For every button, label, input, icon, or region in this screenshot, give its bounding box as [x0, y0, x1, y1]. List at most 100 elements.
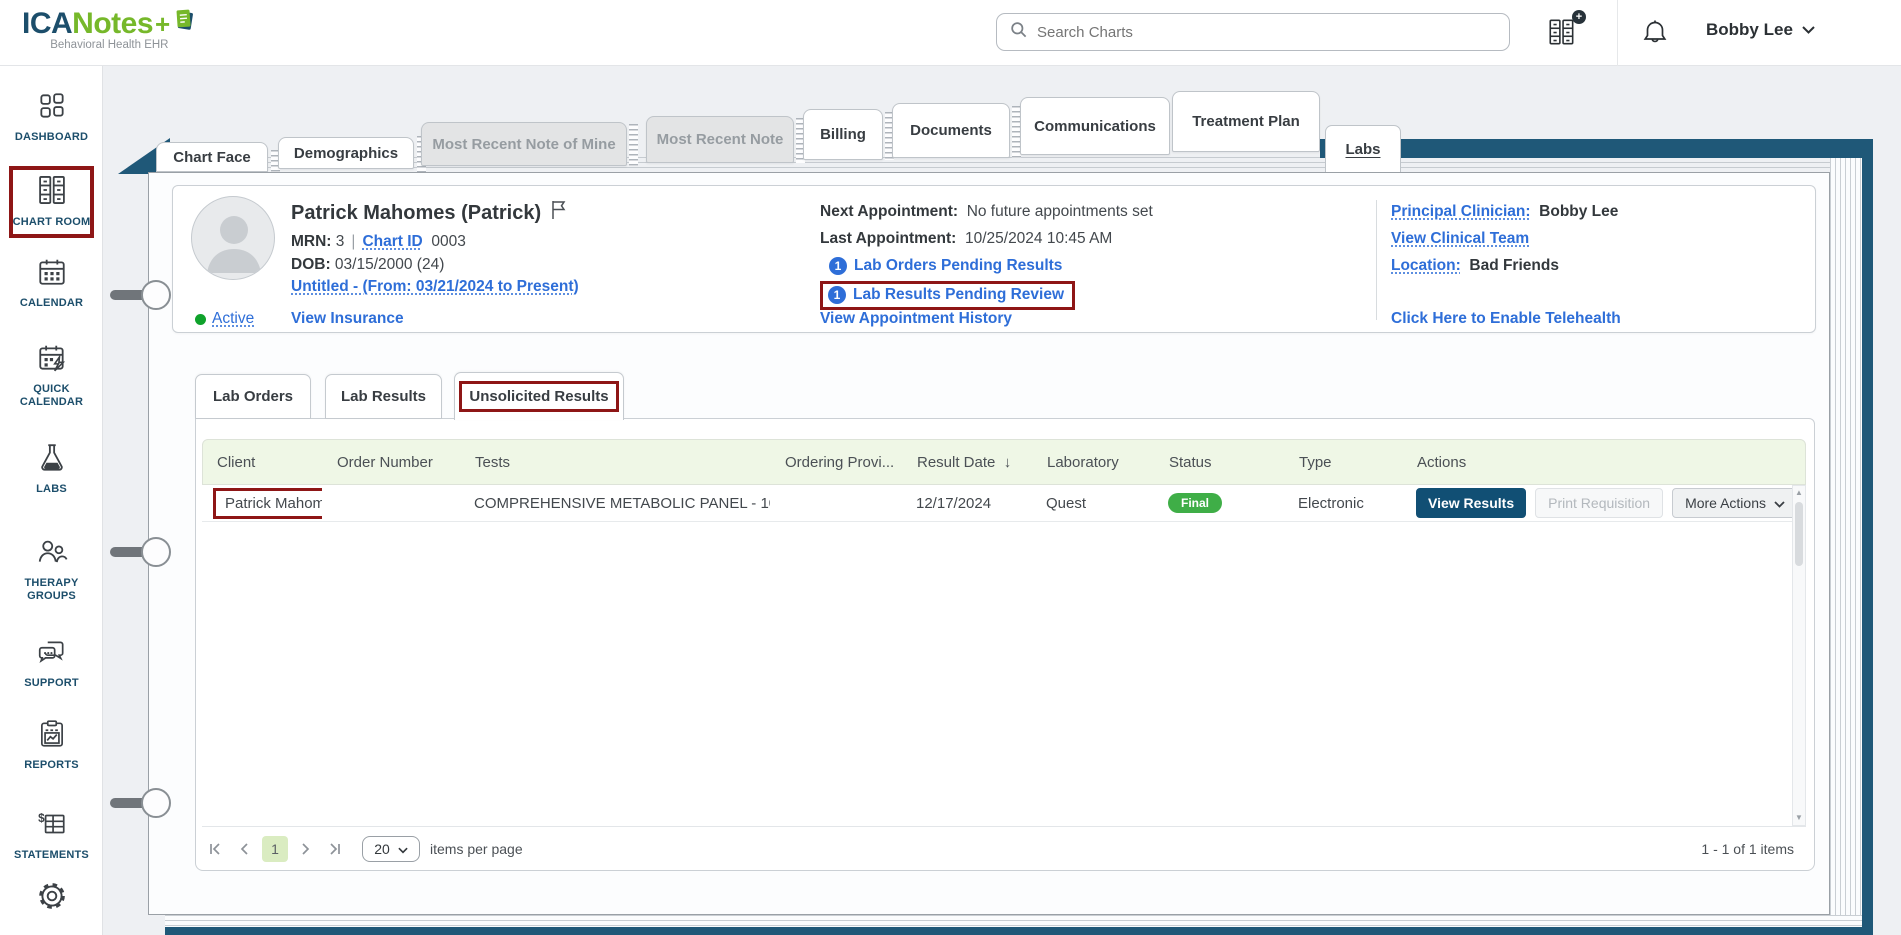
scrollbar-thumb[interactable]	[1795, 502, 1803, 566]
sidebar-item-chart-room[interactable]: CHART ROOM	[9, 166, 94, 238]
first-page-button[interactable]	[202, 836, 228, 862]
column-header-type[interactable]: Type	[1285, 454, 1403, 471]
column-header-result-date[interactable]: Result Date ↓	[903, 454, 1033, 471]
column-header-ordering-provider[interactable]: Ordering Provi...	[771, 454, 903, 471]
previous-page-button[interactable]	[232, 836, 258, 862]
search-charts-input[interactable]	[1037, 24, 1497, 41]
principal-clinician-line: Principal Clinician: Bobby Lee	[1391, 203, 1618, 221]
subtab-lab-results[interactable]: Lab Results	[325, 374, 442, 419]
sidebar-nav: DASHBOARD CHART ROOM CALENDAR QUICK CALE…	[0, 66, 103, 935]
sort-desc-icon: ↓	[1004, 454, 1012, 471]
sidebar-item-dashboard[interactable]: DASHBOARD	[0, 90, 103, 144]
lab-orders-pending-link[interactable]: 1 Lab Orders Pending Results	[829, 257, 1062, 275]
tab-billing[interactable]: Billing	[803, 109, 883, 160]
tab-most-recent-note-of-mine[interactable]: Most Recent Note of Mine	[421, 122, 627, 166]
tab-communications[interactable]: Communications	[1020, 97, 1170, 155]
sidebar-item-calendar[interactable]: CALENDAR	[0, 256, 103, 310]
principal-clinician-link[interactable]: Principal Clinician:	[1391, 203, 1531, 221]
column-header-client[interactable]: Client	[203, 454, 323, 471]
therapy-groups-icon	[36, 536, 68, 573]
enable-telehealth-link[interactable]: Click Here to Enable Telehealth	[1391, 310, 1621, 328]
annotation-box: Unsolicited Results	[459, 381, 618, 412]
page-stack-right-sheets	[1830, 158, 1862, 915]
more-actions-button[interactable]: More Actions	[1672, 488, 1792, 518]
last-appointment-line: Last Appointment: 10/25/2024 10:45 AM	[820, 230, 1112, 248]
tab-documents[interactable]: Documents	[892, 103, 1010, 158]
last-page-button[interactable]	[322, 836, 348, 862]
patient-dob-line: DOB: 03/15/2000 (24)	[291, 256, 444, 274]
binder-ring	[141, 280, 171, 310]
column-header-status[interactable]: Status	[1155, 454, 1285, 471]
sidebar-item-reports[interactable]: REPORTS	[0, 718, 103, 772]
scroll-down-icon[interactable]: ▼	[1793, 811, 1805, 825]
scroll-up-icon[interactable]: ▲	[1793, 486, 1805, 500]
chart-room-shortcut-button[interactable]: +	[1546, 15, 1580, 51]
binder-ring	[141, 537, 171, 567]
results-table-header: Client Order Number Tests Ordering Provi…	[202, 439, 1806, 485]
patient-mrn-line: MRN: 3 | Chart ID 0003	[291, 233, 466, 251]
cell-client: Patrick Mahomes	[202, 488, 322, 519]
search-charts-box	[996, 13, 1510, 51]
column-header-tests[interactable]: Tests	[461, 454, 771, 471]
location-line: Location: Bad Friends	[1391, 257, 1559, 275]
sidebar-item-quick-calendar[interactable]: QUICK CALENDAR	[0, 342, 103, 409]
sidebar-item-settings[interactable]	[0, 878, 103, 919]
episode-link[interactable]: Untitled - (From: 03/21/2024 to Present)	[291, 278, 579, 296]
user-menu[interactable]: Bobby Lee	[1706, 20, 1815, 40]
print-requisition-button[interactable]: Print Requisition	[1535, 488, 1663, 518]
next-appointment-line: Next Appointment: No future appointments…	[820, 203, 1153, 221]
chart-id-link[interactable]: Chart ID	[362, 233, 422, 251]
page-stack-bottom-edge	[165, 927, 1873, 935]
tab-labs[interactable]: Labs	[1325, 125, 1401, 172]
page-stack-right-edge	[1862, 139, 1873, 934]
app-header: ICANotes+ Behavioral Health EHR + Bobby …	[0, 0, 1901, 66]
tab-most-recent-note[interactable]: Most Recent Note	[646, 116, 794, 163]
sidebar-item-labs[interactable]: LABS	[0, 442, 103, 496]
flag-icon[interactable]	[551, 200, 566, 226]
column-header-order-number[interactable]: Order Number	[323, 454, 461, 471]
dashboard-icon	[36, 90, 68, 127]
info-count-badge: 1	[828, 286, 846, 304]
patient-status[interactable]: Active	[195, 310, 254, 328]
quick-calendar-icon	[36, 342, 68, 379]
next-page-button[interactable]	[292, 836, 318, 862]
cell-status: Final	[1154, 493, 1284, 513]
subtab-lab-orders[interactable]: Lab Orders	[195, 374, 311, 419]
view-clinical-team-link[interactable]: View Clinical Team	[1391, 230, 1529, 248]
user-name: Bobby Lee	[1706, 20, 1793, 40]
binder-ring	[141, 788, 171, 818]
subtab-unsolicited-results[interactable]: Unsolicited Results	[454, 372, 624, 420]
location-link[interactable]: Location:	[1391, 257, 1461, 275]
icanotes-logo[interactable]: ICANotes+ Behavioral Health EHR	[22, 7, 197, 51]
logo-ica-text: ICA	[22, 7, 72, 41]
annotation-box: Patrick Mahomes	[213, 488, 322, 519]
table-scrollbar[interactable]: ▲ ▼	[1792, 485, 1806, 826]
active-status-dot	[195, 314, 206, 325]
pagination-range-label: 1 - 1 of 1 items	[1701, 841, 1794, 857]
statements-icon: $	[36, 808, 68, 845]
view-results-button[interactable]: View Results	[1416, 488, 1526, 518]
status-badge: Active	[212, 310, 254, 328]
tab-treatment-plan[interactable]: Treatment Plan	[1172, 91, 1320, 152]
logo-document-icon	[171, 7, 197, 41]
settings-gear-icon	[34, 878, 70, 919]
view-appointment-history-link[interactable]: View Appointment History	[820, 310, 1012, 328]
notifications-bell-icon[interactable]	[1640, 16, 1670, 54]
logo-notes-text: Notes	[72, 7, 153, 41]
sidebar-item-therapy-groups[interactable]: THERAPY GROUPS	[0, 536, 103, 603]
patient-name: Patrick Mahomes (Patrick)	[291, 200, 566, 226]
view-insurance-link[interactable]: View Insurance	[291, 310, 404, 328]
column-header-laboratory[interactable]: Laboratory	[1033, 454, 1155, 471]
tab-demographics[interactable]: Demographics	[278, 137, 414, 169]
status-final-badge: Final	[1168, 493, 1222, 513]
info-count-badge: 1	[829, 257, 847, 275]
items-per-page-select[interactable]: 20	[362, 836, 420, 862]
search-icon	[1009, 20, 1028, 44]
cell-laboratory: Quest	[1032, 495, 1154, 512]
lab-results-pending-link[interactable]: 1 Lab Results Pending Review	[820, 281, 1075, 310]
sidebar-item-statements[interactable]: $ STATEMENTS	[0, 808, 103, 862]
page-number-button[interactable]: 1	[262, 836, 288, 862]
tab-chart-face[interactable]: Chart Face	[156, 142, 268, 172]
patient-avatar	[191, 196, 275, 280]
sidebar-item-support[interactable]: SUPPORT	[0, 636, 103, 690]
